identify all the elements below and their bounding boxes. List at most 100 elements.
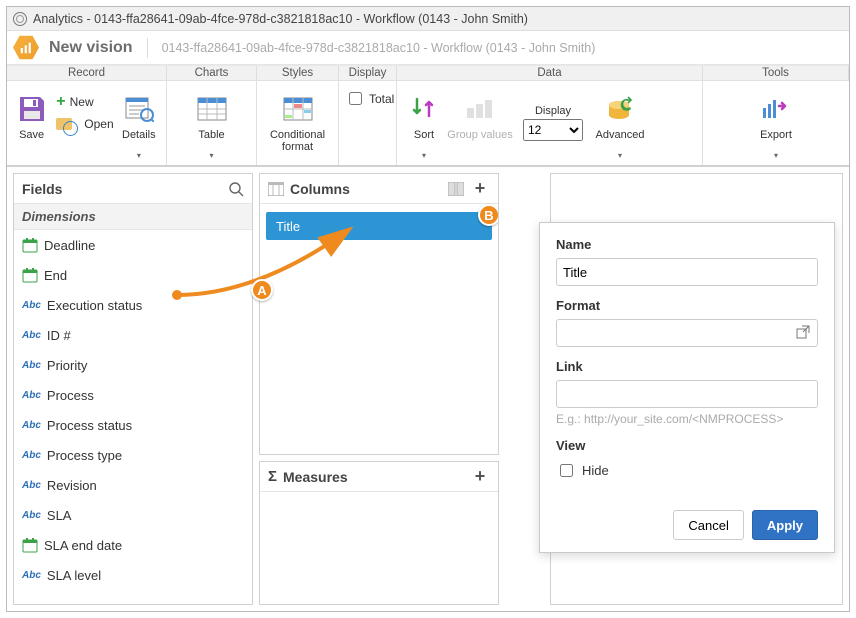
apply-button[interactable]: Apply	[752, 510, 818, 540]
text-type-icon: Abc	[22, 300, 41, 311]
field-item[interactable]: AbcProcess status	[14, 410, 252, 440]
sort-button[interactable]: Sort ▾	[403, 85, 445, 161]
header-separator	[147, 38, 148, 58]
field-item[interactable]: AbcProcess	[14, 380, 252, 410]
category-charts: Charts	[167, 66, 257, 80]
window-titlebar: Analytics - 0143-ffa28641-09ab-4fce-978d…	[7, 7, 849, 31]
table-button[interactable]: Table ▾	[188, 85, 236, 161]
header-bar: New vision 0143-ffa28641-09ab-4fce-978d-…	[7, 31, 849, 65]
add-measure-button[interactable]: +	[470, 466, 490, 487]
text-type-icon: Abc	[22, 420, 41, 431]
category-styles: Styles	[257, 66, 339, 80]
details-icon	[123, 93, 155, 125]
format-input[interactable]	[556, 319, 818, 347]
format-label: Format	[556, 298, 818, 313]
text-type-icon: Abc	[22, 570, 41, 581]
total-checkbox-input[interactable]	[349, 92, 362, 105]
view-label: View	[556, 438, 818, 453]
ribbon-group-charts: Table ▾	[167, 81, 257, 165]
text-type-icon: Abc	[22, 390, 41, 401]
name-input[interactable]	[556, 258, 818, 286]
columns-header: Columns +	[260, 174, 498, 204]
ribbon-group-styles: Conditional format	[257, 81, 339, 165]
text-type-icon: Abc	[22, 330, 41, 341]
new-button[interactable]: + New	[56, 93, 113, 111]
table-icon	[196, 93, 228, 125]
display-count-select[interactable]: 12	[523, 119, 583, 141]
category-record: Record	[7, 66, 167, 80]
measures-panel: Σ Measures +	[259, 461, 499, 605]
export-button[interactable]: Export ▾	[750, 85, 802, 161]
save-icon	[16, 93, 48, 125]
conditional-format-icon	[282, 93, 314, 125]
category-tools: Tools	[703, 66, 849, 80]
text-type-icon: Abc	[22, 450, 41, 461]
field-item[interactable]: AbcProcess type	[14, 440, 252, 470]
external-link-icon[interactable]	[796, 325, 810, 339]
conditional-format-button[interactable]: Conditional format	[264, 85, 332, 161]
page-title: New vision	[49, 39, 133, 57]
window-title: Analytics - 0143-ffa28641-09ab-4fce-978d…	[33, 12, 528, 26]
group-values-button: Group values	[445, 85, 515, 161]
group-values-icon	[464, 93, 496, 125]
plus-icon: +	[56, 93, 65, 111]
hide-checkbox[interactable]: Hide	[556, 461, 818, 480]
dimensions-header: Dimensions	[14, 204, 252, 230]
ribbon-group-tools: Export ▾	[703, 81, 849, 165]
link-label: Link	[556, 359, 818, 374]
search-icon[interactable]	[228, 181, 244, 197]
ribbon-group-display: Total	[339, 81, 397, 165]
chevron-down-icon: ▾	[137, 153, 141, 161]
details-button[interactable]: Details ▾	[118, 85, 160, 161]
cancel-button[interactable]: Cancel	[673, 510, 743, 540]
advanced-button[interactable]: Advanced ▾	[591, 85, 649, 161]
columns-icon	[268, 182, 284, 196]
calendar-icon	[22, 267, 38, 283]
ribbon-category-strip: Record Charts Styles Display Data Tools	[7, 65, 849, 81]
field-item[interactable]: Deadline	[14, 230, 252, 260]
field-item[interactable]: SLA end date	[14, 530, 252, 560]
open-button[interactable]: Open	[56, 117, 113, 131]
add-column-button[interactable]: +	[470, 178, 490, 199]
sort-icon	[408, 93, 440, 125]
category-data: Data	[397, 66, 703, 80]
annotation-a: A	[251, 279, 273, 301]
column-properties-popup: Name Format Link E.g.: http://your_site.…	[539, 222, 835, 553]
text-type-icon: Abc	[22, 510, 41, 521]
ribbon-group-data: Sort ▾ Group values Display 12	[397, 81, 703, 165]
folder-open-icon	[56, 118, 72, 130]
calendar-icon	[22, 537, 38, 553]
text-type-icon: Abc	[22, 360, 41, 371]
save-button[interactable]: Save	[13, 85, 50, 161]
app-logo-icon	[13, 35, 39, 61]
field-item[interactable]: AbcRevision	[14, 470, 252, 500]
category-display: Display	[339, 66, 397, 80]
hide-checkbox-input[interactable]	[560, 464, 573, 477]
sigma-icon: Σ	[268, 468, 277, 485]
field-item[interactable]: AbcSLA level	[14, 560, 252, 590]
measures-header: Σ Measures +	[260, 462, 498, 492]
display-count: Display 12	[515, 85, 591, 161]
link-input[interactable]	[556, 380, 818, 408]
field-item[interactable]: AbcID #	[14, 320, 252, 350]
fields-list: Deadline End AbcExecution status AbcID #…	[14, 230, 252, 604]
text-type-icon: Abc	[22, 480, 41, 491]
globe-icon	[13, 12, 27, 26]
chevron-down-icon: ▾	[618, 153, 622, 161]
layout-icon[interactable]	[448, 182, 464, 196]
fields-header: Fields	[14, 174, 252, 204]
field-item[interactable]: AbcExecution status	[14, 290, 252, 320]
link-hint: E.g.: http://your_site.com/<NMPROCESS>	[556, 412, 818, 426]
export-icon	[760, 93, 792, 125]
calendar-icon	[22, 237, 38, 253]
column-chip-title[interactable]: Title B	[266, 212, 492, 240]
field-item[interactable]: AbcPriority	[14, 350, 252, 380]
annotation-b: B	[478, 204, 499, 226]
field-item[interactable]: End	[14, 260, 252, 290]
page-subtitle: 0143-ffa28641-09ab-4fce-978d-c3821818ac1…	[162, 41, 596, 55]
chevron-down-icon: ▾	[209, 153, 213, 161]
ribbon-group-record: Save + New Open Details ▾	[7, 81, 167, 165]
total-checkbox[interactable]: Total	[345, 85, 394, 108]
ribbon: Save + New Open Details ▾	[7, 81, 849, 167]
field-item[interactable]: AbcSLA	[14, 500, 252, 530]
